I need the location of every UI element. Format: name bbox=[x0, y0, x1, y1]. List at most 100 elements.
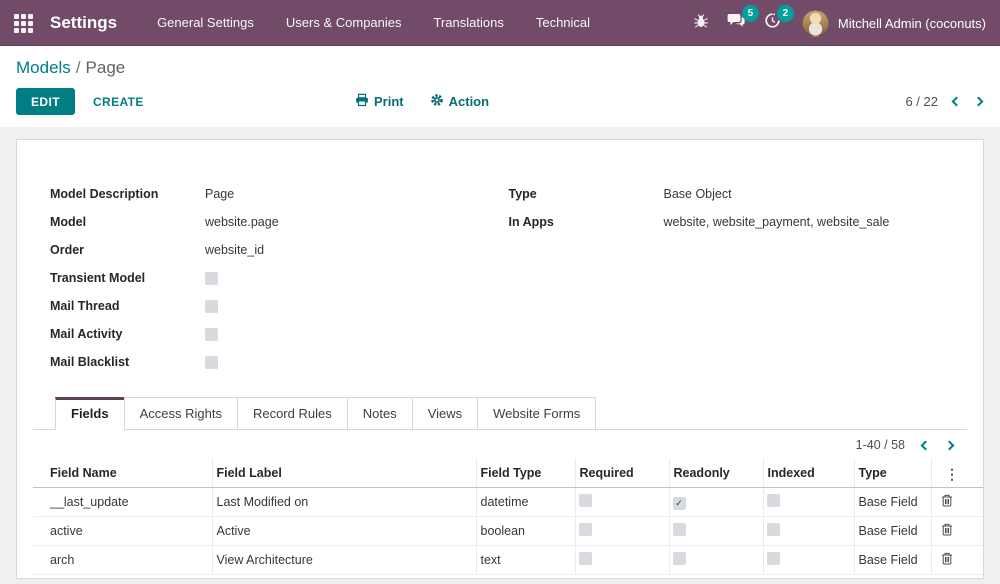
cell-field-name: arch bbox=[33, 546, 212, 575]
field-label: Transient Model bbox=[50, 271, 205, 285]
list-pager-value[interactable]: 1-40 / 58 bbox=[856, 438, 905, 452]
notebook-tabs: Fields Access Rights Record Rules Notes … bbox=[33, 397, 967, 430]
gear-icon bbox=[430, 93, 444, 110]
field-row[interactable]: __last_update Last Modified on datetime … bbox=[33, 488, 983, 517]
indexed-checkbox bbox=[767, 494, 780, 507]
form-left-column: Model DescriptionPage Modelwebsite.page … bbox=[50, 180, 509, 376]
readonly-checkbox bbox=[673, 552, 686, 565]
column-header-field-type[interactable]: Field Type bbox=[476, 459, 575, 488]
notebook: Fields Access Rights Record Rules Notes … bbox=[33, 397, 967, 575]
model-value: website.page bbox=[205, 215, 279, 229]
record-pager: 6 / 22 bbox=[905, 94, 984, 109]
odoo-window: Settings General Settings Users & Compan… bbox=[0, 0, 1000, 584]
field-label: Mail Blacklist bbox=[50, 355, 205, 369]
top-navbar: Settings General Settings Users & Compan… bbox=[0, 0, 1000, 46]
transient-model-checkbox bbox=[205, 272, 218, 285]
cell-field-type: datetime bbox=[476, 488, 575, 517]
cell-field-label: Last Modified on bbox=[212, 488, 476, 517]
indexed-checkbox bbox=[767, 552, 780, 565]
field-label: Type bbox=[509, 187, 664, 201]
debug-button[interactable] bbox=[684, 7, 718, 40]
navbar-right: 5 2 Mitchell Admin (coconuts) bbox=[684, 6, 986, 40]
form-sheet: Model DescriptionPage Modelwebsite.page … bbox=[16, 139, 984, 579]
cell-type: Base Field bbox=[854, 488, 931, 517]
control-panel: Models/Page EDIT CREATE Print bbox=[0, 46, 1000, 127]
tab-fields[interactable]: Fields bbox=[55, 397, 125, 430]
messages-button[interactable]: 5 bbox=[718, 6, 755, 40]
menu-users-companies[interactable]: Users & Companies bbox=[270, 0, 418, 46]
fields-list: ⋮ Field Name Field Label Field Type Requ… bbox=[33, 459, 967, 575]
activities-badge: 2 bbox=[777, 5, 794, 22]
print-menu[interactable]: Print bbox=[355, 93, 404, 110]
cell-field-label: Active bbox=[212, 517, 476, 546]
tab-access-rights[interactable]: Access Rights bbox=[124, 397, 238, 430]
required-checkbox bbox=[579, 523, 592, 536]
list-next-page-button[interactable] bbox=[945, 440, 955, 450]
column-header-field-label[interactable]: Field Label bbox=[212, 459, 476, 488]
tab-website-forms[interactable]: Website Forms bbox=[477, 397, 596, 430]
field-label: Model Description bbox=[50, 187, 205, 201]
apps-menu-button[interactable] bbox=[0, 0, 46, 46]
cell-field-name: __last_update bbox=[33, 488, 212, 517]
current-app-name[interactable]: Settings bbox=[50, 13, 117, 33]
delete-row-button[interactable] bbox=[941, 494, 953, 507]
field-label: In Apps bbox=[509, 215, 664, 229]
field-row[interactable]: active Active boolean Base Field bbox=[33, 517, 983, 546]
user-name: Mitchell Admin (coconuts) bbox=[838, 16, 986, 31]
next-record-button[interactable] bbox=[974, 97, 984, 107]
list-pager: 1-40 / 58 bbox=[33, 430, 967, 459]
cell-field-type: text bbox=[476, 546, 575, 575]
menu-translations[interactable]: Translations bbox=[418, 0, 520, 46]
column-header-field-name[interactable]: Field Name bbox=[33, 459, 212, 488]
list-header-row: Field Name Field Label Field Type Requir… bbox=[33, 459, 983, 488]
column-header-type[interactable]: Type bbox=[854, 459, 931, 488]
model-form: Model DescriptionPage Modelwebsite.page … bbox=[33, 180, 967, 376]
column-header-required[interactable]: Required bbox=[575, 459, 669, 488]
menu-general-settings[interactable]: General Settings bbox=[141, 0, 270, 46]
record-pager-value[interactable]: 6 / 22 bbox=[905, 94, 938, 109]
tab-notes[interactable]: Notes bbox=[347, 397, 413, 430]
action-menu[interactable]: Action bbox=[430, 93, 489, 110]
indexed-checkbox bbox=[767, 523, 780, 536]
field-row[interactable]: arch View Architecture text Base Field bbox=[33, 546, 983, 575]
printer-icon bbox=[355, 93, 369, 110]
cell-type: Base Field bbox=[854, 546, 931, 575]
readonly-checkbox bbox=[673, 497, 686, 510]
required-checkbox bbox=[579, 552, 592, 565]
optional-columns-icon[interactable]: ⋮ bbox=[945, 465, 959, 483]
field-label: Model bbox=[50, 215, 205, 229]
mail-activity-checkbox bbox=[205, 328, 218, 341]
action-menus: Print Action bbox=[355, 93, 489, 110]
user-avatar bbox=[802, 10, 829, 37]
menu-technical[interactable]: Technical bbox=[520, 0, 606, 46]
delete-row-button[interactable] bbox=[941, 552, 953, 565]
activities-button[interactable]: 2 bbox=[755, 6, 790, 40]
mail-thread-checkbox bbox=[205, 300, 218, 313]
column-header-indexed[interactable]: Indexed bbox=[763, 459, 854, 488]
form-right-column: TypeBase Object In Appswebsite, website_… bbox=[509, 180, 968, 376]
required-checkbox bbox=[579, 494, 592, 507]
bug-icon bbox=[693, 13, 709, 34]
column-header-readonly[interactable]: Readonly bbox=[669, 459, 763, 488]
tab-views[interactable]: Views bbox=[412, 397, 478, 430]
tab-record-rules[interactable]: Record Rules bbox=[237, 397, 348, 430]
field-label: Order bbox=[50, 243, 205, 257]
model-description-value: Page bbox=[205, 187, 234, 201]
user-menu[interactable]: Mitchell Admin (coconuts) bbox=[802, 10, 986, 37]
in-apps-value: website, website_payment, website_sale bbox=[664, 215, 890, 229]
breadcrumb-models-link[interactable]: Models bbox=[16, 58, 71, 77]
edit-button[interactable]: EDIT bbox=[16, 88, 75, 115]
order-value: website_id bbox=[205, 243, 264, 257]
apps-grid-icon bbox=[14, 14, 33, 33]
field-label: Mail Activity bbox=[50, 327, 205, 341]
cell-field-label: View Architecture bbox=[212, 546, 476, 575]
delete-row-button[interactable] bbox=[941, 523, 953, 536]
content-area: Model DescriptionPage Modelwebsite.page … bbox=[0, 127, 1000, 584]
list-previous-page-button[interactable] bbox=[921, 440, 931, 450]
breadcrumb: Models/Page bbox=[16, 54, 984, 88]
breadcrumb-current: Page bbox=[86, 58, 126, 77]
cell-type: Base Field bbox=[854, 517, 931, 546]
type-value: Base Object bbox=[664, 187, 732, 201]
create-button[interactable]: CREATE bbox=[93, 95, 144, 109]
previous-record-button[interactable] bbox=[952, 97, 962, 107]
